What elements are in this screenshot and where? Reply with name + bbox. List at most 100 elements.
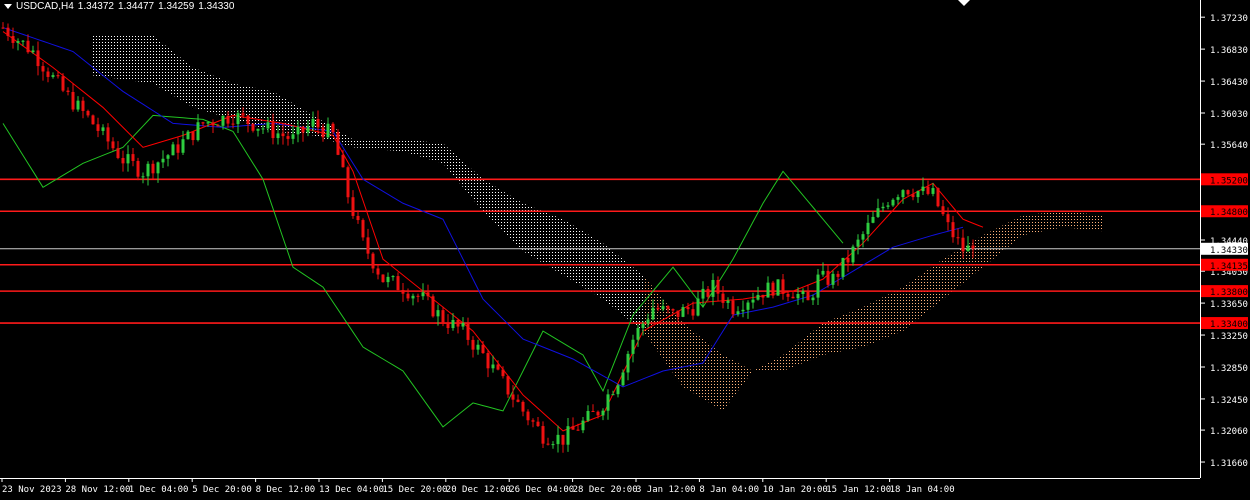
candle-body [211, 122, 215, 126]
candle-body [156, 162, 160, 174]
candle-body [421, 292, 425, 297]
candle-body [256, 128, 260, 131]
candle-body [666, 306, 670, 310]
cloud-segment [863, 287, 903, 348]
time-tick-label: 8 Dec 12:00 [256, 485, 316, 495]
candle-body [76, 100, 80, 110]
candle-body [531, 420, 535, 422]
candle-body [751, 299, 755, 303]
candle-body [336, 132, 340, 155]
candle-body [966, 245, 970, 252]
candle-body [661, 306, 665, 310]
candle-body [311, 118, 315, 127]
price-tick-label: 1.32060 [1210, 427, 1248, 437]
level-price-label: 1.34135 [1210, 262, 1248, 272]
candle-body [251, 123, 255, 131]
candle-body [881, 206, 885, 209]
price-tick-label: 1.32450 [1210, 396, 1248, 406]
candle-body [191, 131, 195, 141]
candle-body [651, 307, 655, 320]
cloud-segment [1023, 211, 1063, 236]
candle-body [186, 131, 190, 140]
candle-body [331, 123, 335, 133]
collapse-triangle-icon[interactable] [4, 3, 12, 9]
candle-body [926, 186, 930, 194]
level-price-label: 1.34800 [1210, 208, 1248, 218]
price-axis: 1.37230 1.36830 1.36430 1.36030 1.35640 1.352… [1200, 0, 1248, 478]
candle-body [486, 353, 490, 369]
candle-body [916, 191, 920, 198]
current-price-label: 1.34330 [1210, 246, 1248, 256]
candle-body [781, 279, 785, 294]
candle-body [231, 123, 235, 125]
candle-body [726, 300, 730, 303]
candle-body [561, 434, 565, 445]
candle-body [61, 76, 65, 91]
time-tick-label: 15 Jan 12:00 [826, 485, 891, 495]
candle-body [166, 155, 170, 159]
candle-body [371, 253, 375, 269]
cloud-segment [903, 259, 943, 332]
candle-body [621, 372, 625, 386]
price-tick-label: 1.32850 [1210, 364, 1248, 374]
candle-body [701, 288, 705, 299]
candle-body [86, 110, 90, 116]
symbol-header: USDCAD,H4 1.34372 1.34477 1.34259 1.34330 [4, 1, 238, 12]
candle-body [381, 274, 385, 283]
candle-body [361, 220, 365, 238]
candle-body [971, 245, 975, 249]
candle-body [831, 273, 835, 285]
cloud-segment [603, 243, 643, 332]
candle-body [946, 214, 950, 223]
candle-body [681, 307, 685, 317]
candle-body [891, 199, 895, 206]
candle-body [626, 353, 630, 373]
candle-body [816, 274, 820, 298]
candle-body [956, 237, 960, 239]
candle-body [356, 215, 360, 221]
symbol-label: USDCAD,H4 [16, 1, 74, 12]
candle-body [476, 344, 480, 350]
candle-body [451, 319, 455, 329]
time-tick-label: 23 Nov 2023 [2, 485, 62, 495]
price-tick-label: 1.33250 [1210, 332, 1248, 342]
candle-body [866, 222, 870, 235]
candle-body [906, 190, 910, 195]
open-value: 1.34372 [77, 1, 114, 12]
candle-body [456, 319, 460, 327]
cloud-segment [403, 139, 443, 164]
price-tick-label: 1.36030 [1210, 110, 1248, 120]
candle-body [791, 296, 795, 299]
candle-body [261, 128, 265, 130]
candle-body [646, 319, 650, 324]
price-tick-label: 1.37230 [1210, 14, 1248, 24]
candle-body [511, 394, 515, 400]
candle-body [301, 126, 305, 133]
candle-body [46, 71, 50, 77]
candle-body [616, 385, 620, 395]
candle-body [801, 291, 805, 294]
candle-body [341, 154, 345, 168]
candle-body [591, 411, 595, 413]
cloud-segment [193, 67, 233, 120]
chart-canvas[interactable]: 1.37230 1.36830 1.36430 1.36030 1.35640 1.352… [0, 0, 1250, 500]
chart-shift-triangle-icon[interactable] [958, 0, 970, 6]
candle-body [246, 115, 250, 124]
candle-body [111, 141, 115, 149]
candle-body [721, 293, 725, 303]
candle-body [21, 40, 25, 42]
candle-body [611, 394, 615, 396]
candle-body [66, 90, 70, 92]
candle-body [551, 444, 555, 446]
cloud-segment [93, 35, 153, 84]
candle-body [41, 66, 45, 72]
cloud-segment [483, 179, 523, 252]
time-tick-label: 18 Jan 04:00 [890, 485, 955, 495]
high-value: 1.34477 [117, 1, 155, 12]
candle-body [16, 41, 20, 43]
candle-body [506, 376, 510, 395]
candle-body [216, 125, 220, 127]
candle-body [161, 158, 165, 163]
candle-body [536, 421, 540, 427]
candle-body [441, 310, 445, 324]
